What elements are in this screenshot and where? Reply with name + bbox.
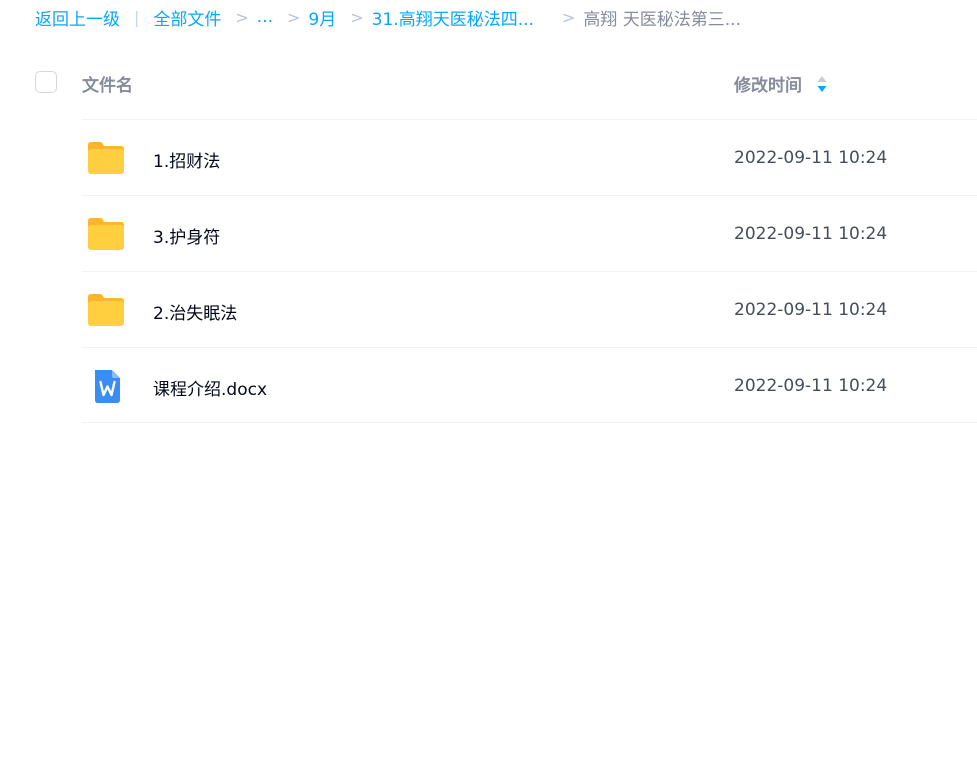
breadcrumb-separator: >	[561, 7, 576, 27]
column-header-name[interactable]: 文件名	[82, 71, 133, 96]
folder-icon	[88, 218, 124, 250]
file-modified-time: 2022-09-11 10:24	[734, 300, 888, 320]
file-name[interactable]: 课程介绍.docx	[153, 375, 267, 400]
select-all-checkbox[interactable]	[35, 71, 57, 93]
file-name[interactable]: 3.护身符	[153, 223, 220, 248]
folder-icon	[88, 294, 124, 326]
breadcrumb-separator: >	[350, 7, 364, 27]
file-name[interactable]: 1.招财法	[153, 147, 220, 172]
file-row[interactable]: 2.治失眠法 2022-09-11 10:24	[82, 271, 977, 347]
list-header: 文件名 修改时间	[0, 61, 977, 105]
breadcrumb-september[interactable]: 9月	[308, 5, 336, 30]
file-row[interactable]: 课程介绍.docx 2022-09-11 10:24	[82, 347, 977, 423]
file-row[interactable]: 3.护身符 2022-09-11 10:24	[82, 195, 977, 271]
file-row[interactable]: 1.招财法 2022-09-11 10:24	[82, 119, 977, 195]
breadcrumb-parent-folder[interactable]: 31.高翔天医秘法四...	[372, 5, 534, 30]
breadcrumb-separator: >	[287, 7, 301, 27]
column-header-time[interactable]: 修改时间	[734, 71, 828, 96]
breadcrumb-separator: >	[235, 7, 249, 27]
file-list: 1.招财法 2022-09-11 10:24 3.护身符 2022-09-11 …	[82, 119, 977, 423]
breadcrumb: 返回上一级 | 全部文件 > ... > 9月 > 31.高翔天医秘法四... …	[35, 5, 741, 30]
file-browser: 返回上一级 | 全部文件 > ... > 9月 > 31.高翔天医秘法四... …	[0, 0, 977, 775]
file-name[interactable]: 2.治失眠法	[153, 299, 237, 324]
file-modified-time: 2022-09-11 10:24	[734, 376, 888, 396]
word-doc-icon	[95, 370, 120, 403]
file-modified-time: 2022-09-11 10:24	[734, 148, 888, 168]
breadcrumb-divider: |	[134, 7, 140, 27]
back-link[interactable]: 返回上一级	[35, 5, 120, 30]
breadcrumb-ellipsis[interactable]: ...	[257, 7, 273, 27]
file-modified-time: 2022-09-11 10:24	[734, 224, 888, 244]
sort-icon[interactable]	[816, 74, 828, 94]
column-header-time-label: 修改时间	[734, 76, 802, 96]
breadcrumb-all-files[interactable]: 全部文件	[153, 5, 221, 30]
breadcrumb-current: 高翔 天医秘法第三...	[583, 9, 741, 30]
folder-icon	[88, 142, 124, 174]
